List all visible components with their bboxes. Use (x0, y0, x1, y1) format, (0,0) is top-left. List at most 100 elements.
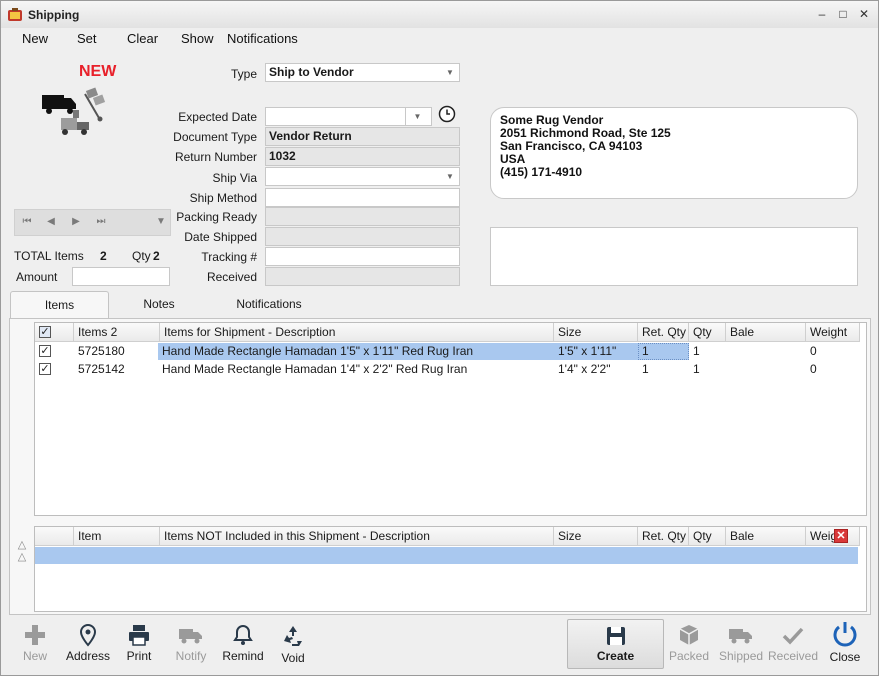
column-header[interactable]: Qty (689, 323, 726, 342)
select-all-checkbox[interactable]: ✓ (39, 326, 51, 338)
ship-method-field[interactable] (265, 188, 460, 207)
new-button[interactable]: New (15, 620, 55, 672)
plus-icon (25, 625, 45, 645)
truck-icon (729, 629, 752, 644)
excluded-items-grid: Item Items NOT Included in this Shipment… (34, 526, 867, 612)
next-record-icon[interactable]: ▶ (70, 216, 82, 228)
column-header[interactable]: Bale (726, 527, 806, 546)
notify-button-label: Notify (175, 649, 207, 663)
print-button[interactable]: Print (121, 620, 157, 672)
column-header[interactable]: Ret. Qty (638, 527, 689, 546)
ret-qty-cell[interactable]: 1 (638, 361, 689, 378)
last-record-icon[interactable]: ⏭ (95, 216, 107, 228)
box-icon (679, 625, 699, 645)
notify-button[interactable]: Notify (171, 620, 211, 672)
packed-button[interactable]: Packed (669, 620, 709, 672)
remind-button[interactable]: Remind (221, 620, 265, 672)
qty-cell: 1 (693, 344, 700, 358)
menu-set[interactable]: Set (77, 31, 97, 46)
notes-box[interactable] (490, 227, 858, 286)
splitter-grip-icon[interactable]: △ △ (13, 539, 31, 565)
packed-button-label: Packed (669, 649, 710, 663)
remind-button-label: Remind (222, 649, 264, 663)
tab-items[interactable]: Items (10, 291, 109, 319)
ret-qty-cell[interactable]: 1 (638, 343, 689, 360)
menu-new[interactable]: New (22, 31, 48, 46)
column-header[interactable]: Bale (726, 323, 806, 342)
column-header[interactable]: Item (74, 527, 160, 546)
row-checkbox[interactable]: ✓ (39, 363, 51, 375)
minimize-button[interactable]: – (814, 6, 830, 22)
app-icon (8, 8, 22, 21)
column-header[interactable]: Items NOT Included in this Shipment - De… (160, 527, 554, 546)
tracking-field[interactable] (265, 247, 460, 266)
chevron-down-icon[interactable]: ▼ (443, 168, 457, 185)
weight-cell: 0 (810, 344, 817, 358)
bottom-toolbar: New Address Print Notify Remind Void Cre… (1, 618, 878, 676)
power-icon (833, 622, 857, 647)
remove-icon[interactable]: ✕ (834, 529, 848, 543)
received-field (265, 267, 460, 286)
status-label: NEW (79, 63, 117, 80)
type-select[interactable]: Ship to Vendor ▼ (265, 63, 460, 82)
tab-notes[interactable]: Notes (119, 291, 199, 319)
ship-via-select[interactable]: ▼ (265, 167, 460, 186)
items-grid: ✓ Items 2 Items for Shipment - Descripti… (34, 322, 867, 516)
checkmark-icon (782, 627, 804, 645)
chevron-down-icon[interactable]: ▼ (443, 64, 457, 81)
tab-strip: Items Notes Notifications (9, 291, 871, 319)
expected-date-field[interactable]: ▼ (265, 107, 432, 126)
amount-label: Amount (16, 270, 58, 284)
column-header[interactable]: Size (554, 527, 638, 546)
received-button[interactable]: Received (768, 620, 818, 672)
date-shipped-field (265, 227, 460, 246)
column-header (35, 527, 74, 546)
address-button[interactable]: Address (65, 620, 111, 672)
column-header[interactable]: Weig (806, 527, 860, 546)
vendor-address-box[interactable]: Some Rug Vendor 2051 Richmond Road, Ste … (490, 107, 858, 199)
received-label: Received (206, 270, 257, 284)
close-window-button[interactable]: ✕ (856, 6, 872, 22)
date-dropdown-icon[interactable]: ▼ (405, 108, 429, 125)
save-icon (606, 627, 625, 645)
void-button[interactable]: Void (275, 620, 311, 672)
maximize-button[interactable]: □ (835, 6, 851, 22)
window-title: Shipping (28, 8, 80, 22)
description-cell: Hand Made Rectangle Hamadan 1'5" x 1'11"… (162, 344, 474, 358)
previous-record-icon[interactable]: ◀ (45, 216, 57, 228)
shipped-button[interactable]: Shipped (719, 620, 763, 672)
ship-method-label: Ship Method (189, 191, 257, 205)
new-row[interactable] (35, 547, 858, 564)
document-type-field: Vendor Return (265, 127, 460, 146)
map-pin-icon (79, 623, 97, 647)
items-panel: ✓ Items 2 Items for Shipment - Descripti… (9, 318, 871, 615)
packing-ready-field (265, 207, 460, 226)
printer-icon (129, 625, 149, 646)
close-button[interactable]: Close (827, 620, 863, 672)
date-shipped-label: Date Shipped (184, 230, 257, 244)
column-header[interactable]: Ret. Qty (638, 323, 689, 342)
column-header[interactable]: Items 2 (74, 323, 160, 342)
column-header[interactable]: Qty (689, 527, 726, 546)
first-record-icon[interactable]: ⏮ (21, 216, 33, 228)
menu-show[interactable]: Show (181, 31, 214, 46)
expected-date-label: Expected Date (178, 110, 257, 124)
menu-notifications[interactable]: Notifications (227, 31, 298, 46)
row-checkbox[interactable]: ✓ (39, 345, 51, 357)
select-all-header: ✓ (35, 323, 74, 342)
size-cell: 1'5" x 1'11" (558, 344, 617, 358)
print-button-label: Print (126, 649, 152, 663)
column-header[interactable]: Items for Shipment - Description (160, 323, 554, 342)
create-button[interactable]: Create (567, 619, 664, 669)
column-header[interactable]: Weight (806, 323, 860, 342)
title-bar: Shipping – □ ✕ (1, 1, 878, 28)
create-button-label: Create (596, 649, 635, 663)
bell-icon (233, 624, 253, 645)
address-line: San Francisco, CA 94103 (500, 139, 643, 153)
total-items-value: 2 (100, 249, 107, 263)
menu-clear[interactable]: Clear (127, 31, 158, 46)
tab-notifications[interactable]: Notifications (214, 291, 324, 319)
column-header[interactable]: Size (554, 323, 638, 342)
clock-icon[interactable] (438, 105, 456, 123)
new-button-label: New (22, 649, 47, 663)
